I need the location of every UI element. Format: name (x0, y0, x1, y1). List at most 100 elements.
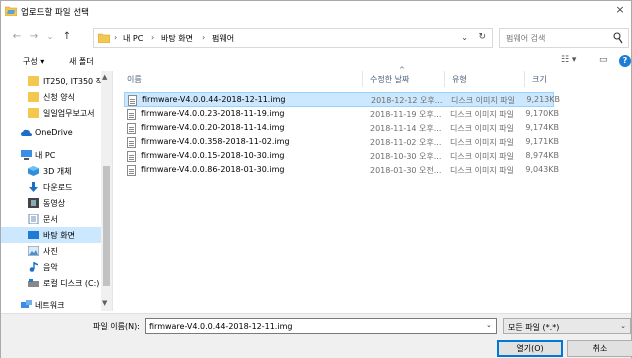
file-name: firmware-V4.0.0.23-2018-11-19.img (141, 109, 285, 118)
file-icon (127, 165, 136, 176)
file-type: 디스크 이미지 파일 (450, 110, 514, 119)
sidebar-item-downloads[interactable]: 다운로드 (1, 179, 101, 195)
file-type: 디스크 이미지 파일 (450, 166, 514, 175)
cube-icon (28, 166, 39, 176)
file-size: 9,170KB (525, 109, 559, 118)
scroll-up-icon[interactable]: ▲ (102, 73, 107, 81)
file-icon (127, 123, 136, 134)
file-row[interactable]: firmware-V4.0.0.23-2018-11-19.img 2018-1… (124, 107, 559, 122)
sort-indicator-icon: ^ (399, 66, 405, 74)
breadcrumb-separator: › (151, 33, 155, 42)
filetype-select[interactable]: 모든 파일 (*.*) ⌄ (503, 318, 631, 334)
sidebar-item-my-pc[interactable]: 내 PC (1, 147, 101, 163)
file-icon (127, 109, 136, 120)
search-placeholder: 펌웨어 검색 (506, 34, 546, 43)
file-row[interactable]: firmware-V4.0.0.86-2018-01-30.img 2018-0… (124, 163, 559, 178)
file-row[interactable]: firmware-V4.0.0.358-2018-11-02.img 2018-… (124, 135, 559, 150)
sidebar-item-local-disk[interactable]: 로컬 디스크 (C:) (1, 275, 101, 291)
document-icon (28, 214, 39, 224)
sidebar-item-label: 동영상 (43, 199, 66, 208)
address-bar[interactable]: › 내 PC › 바탕 화면 › 펌웨어 ⌄ ↻ (93, 28, 493, 48)
preview-pane-icon[interactable]: ▭ (599, 55, 608, 65)
sidebar-item-daily-report[interactable]: 일일업무보고서 (1, 105, 101, 121)
sidebar-item-network[interactable]: 네트워크 (1, 297, 101, 311)
computer-icon (21, 150, 32, 160)
breadcrumb-my-pc[interactable]: 내 PC (123, 33, 143, 44)
breadcrumb-separator: › (202, 33, 206, 42)
column-header-size[interactable]: 크기 (532, 74, 547, 85)
sidebar-item-music[interactable]: 음악 (1, 259, 101, 275)
sidebar-item-label: 3D 개체 (43, 167, 72, 176)
file-row[interactable]: firmware-V4.0.0.44-2018-12-11.img 2018-1… (124, 92, 560, 107)
folder-icon (28, 108, 39, 118)
sidebar-item-videos[interactable]: 동영상 (1, 195, 101, 211)
sidebar-item-label: 신청 양식 (43, 93, 75, 102)
sidebar-item-documents[interactable]: 문서 (1, 211, 101, 227)
column-header-name[interactable]: 이름 (127, 74, 142, 85)
cancel-button[interactable]: 취소 (567, 340, 632, 357)
up-button[interactable]: ↑ (61, 31, 73, 42)
refresh-icon[interactable]: ↻ (478, 32, 486, 42)
file-date: 2018-11-19 오후... (370, 110, 442, 119)
search-input[interactable]: 펌웨어 검색 (499, 28, 629, 48)
chevron-down-icon: ⌄ (620, 322, 626, 330)
sidebar-item-onedrive[interactable]: OneDrive (1, 125, 101, 141)
dialog-title: 업로드할 파일 선택 (21, 8, 89, 18)
forward-button[interactable]: → (28, 31, 40, 42)
file-row[interactable]: firmware-V4.0.0.15-2018-10-30.img 2018-1… (124, 149, 559, 164)
folder-icon (98, 33, 110, 43)
column-header-type[interactable]: 유형 (452, 74, 467, 85)
file-type: 디스크 이미지 파일 (450, 124, 514, 133)
back-button[interactable]: ← (11, 31, 23, 42)
dialog-footer: 파일 이름(N): ⌄ 모든 파일 (*.*) ⌄ 열기(O) 취소 (1, 313, 632, 358)
filename-dropdown-icon[interactable]: ⌄ (486, 321, 492, 329)
new-folder-button[interactable]: 새 폴더 (69, 56, 94, 67)
file-size: 9,043KB (525, 165, 559, 174)
change-view-icon[interactable]: ☷ ▾ (561, 55, 576, 65)
file-date: 2018-11-14 오후... (370, 124, 442, 133)
sidebar-item-desktop[interactable]: 바탕 화면 (1, 227, 101, 243)
breadcrumb-firmware[interactable]: 펌웨어 (212, 33, 234, 44)
close-button[interactable]: × (613, 3, 627, 16)
organize-button[interactable]: 구성 ▾ (23, 56, 44, 67)
file-size: 9,171KB (525, 137, 559, 146)
desktop-icon (28, 231, 39, 239)
help-icon[interactable]: ? (619, 55, 631, 67)
folder-icon (28, 92, 39, 102)
column-divider[interactable] (362, 71, 363, 87)
navigation-pane: IT250, IT350 작 신청 양식 일일업무보고서 OneDrive 내 … (1, 71, 113, 311)
file-icon (127, 151, 136, 162)
scrollbar-thumb[interactable] (103, 166, 110, 286)
file-row[interactable]: firmware-V4.0.0.20-2018-11-14.img 2018-1… (124, 121, 559, 136)
filename-label: 파일 이름(N): (93, 322, 140, 331)
sidebar-item-label: 로컬 디스크 (C:) (43, 279, 100, 288)
sidebar-item-it250[interactable]: IT250, IT350 작 (1, 73, 104, 89)
address-dropdown-icon[interactable]: ⌄ (461, 33, 468, 42)
scroll-down-icon[interactable]: ▼ (102, 299, 107, 307)
open-button[interactable]: 열기(O) (497, 340, 563, 357)
sidebar-item-label: 내 PC (35, 151, 56, 160)
sidebar-item-forms[interactable]: 신청 양식 (1, 89, 101, 105)
sidebar-scrollbar[interactable]: ▲ ▼ (101, 71, 112, 311)
sidebar-item-3d-objects[interactable]: 3D 개체 (1, 163, 101, 179)
filename-input[interactable] (145, 318, 497, 334)
search-icon (613, 32, 623, 44)
file-size: 9,174KB (525, 123, 559, 132)
column-divider[interactable] (444, 71, 445, 87)
sidebar-item-pictures[interactable]: 사진 (1, 243, 101, 259)
column-header-date[interactable]: 수정한 날짜 (370, 74, 409, 85)
sidebar-item-label: 다운로드 (43, 183, 73, 192)
sidebar-item-label: 음악 (43, 263, 58, 272)
column-divider[interactable] (524, 71, 525, 87)
file-size: 8,974KB (525, 151, 559, 160)
file-name: firmware-V4.0.0.86-2018-01-30.img (141, 165, 285, 174)
file-date: 2018-12-12 오후... (371, 96, 443, 105)
sidebar-item-label: 일일업무보고서 (43, 109, 95, 118)
breadcrumb-desktop[interactable]: 바탕 화면 (161, 33, 193, 44)
file-open-dialog: 업로드할 파일 선택 × ← → ⌄ ↑ › 내 PC › 바탕 화면 › 펌웨… (0, 0, 632, 358)
network-icon (21, 300, 32, 308)
drive-icon (28, 279, 39, 287)
recent-locations-button[interactable]: ⌄ (44, 32, 56, 41)
sidebar-item-label: IT250, IT350 작 (43, 77, 104, 86)
download-icon (29, 182, 38, 192)
